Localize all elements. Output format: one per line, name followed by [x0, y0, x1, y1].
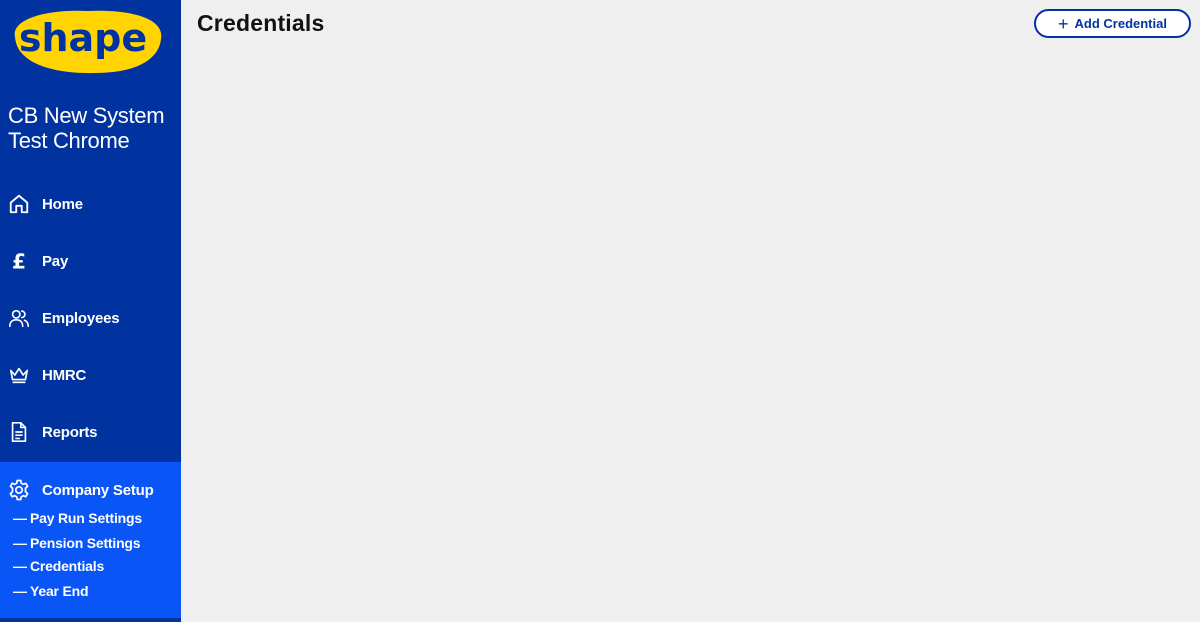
users-icon: [7, 306, 31, 330]
nav-employees-label: Employees: [42, 309, 120, 327]
pound-icon: £: [7, 249, 31, 273]
nav-employees[interactable]: Employees: [0, 298, 181, 338]
page-title: Credentials: [197, 10, 325, 36]
nav-pay[interactable]: £ Pay: [0, 241, 181, 281]
dash-marker: —: [13, 558, 27, 574]
nav-reports[interactable]: Reports: [0, 412, 181, 452]
sub-item-label: Pension Settings: [30, 535, 141, 551]
sub-item-label: Year End: [30, 583, 89, 599]
dash-marker: —: [13, 535, 27, 551]
crown-icon: [7, 363, 31, 387]
nav-company-setup-label: Company Setup: [42, 481, 154, 499]
dash-marker: —: [13, 583, 27, 599]
sub-item-label: Credentials: [30, 558, 105, 574]
gear-icon: [7, 478, 31, 502]
document-icon: [7, 420, 31, 444]
sidebar: shape ™ CB New System Test Chrome Home £…: [0, 0, 181, 622]
company-name: CB New System Test Chrome: [8, 103, 165, 153]
nav-hmrc[interactable]: HMRC: [0, 355, 181, 395]
sub-item-pension-settings[interactable]: — Pension Settings: [0, 535, 181, 557]
sub-item-label: Pay Run Settings: [30, 510, 142, 526]
nav-hmrc-label: HMRC: [42, 366, 87, 384]
plus-icon: +: [1058, 13, 1069, 34]
logo-text: shape: [19, 16, 147, 60]
logo-tm: ™: [160, 27, 167, 35]
nav-home-label: Home: [42, 195, 83, 213]
svg-text:£: £: [12, 249, 26, 273]
add-credential-label: Add Credential: [1074, 16, 1167, 31]
sub-item-pay-run-settings[interactable]: — Pay Run Settings: [0, 510, 181, 532]
nav-pay-label: Pay: [42, 252, 69, 270]
sub-item-credentials[interactable]: — Credentials: [0, 558, 181, 580]
company-setup-section: Company Setup — Pay Run Settings — Pensi…: [0, 462, 181, 618]
add-credential-button[interactable]: + Add Credential: [1034, 9, 1191, 38]
nav-reports-label: Reports: [42, 423, 98, 441]
nav-company-setup[interactable]: Company Setup: [0, 470, 181, 510]
nav-home[interactable]: Home: [0, 184, 181, 224]
shape-logo[interactable]: shape ™: [7, 7, 167, 77]
home-icon: [7, 192, 31, 216]
sub-item-year-end[interactable]: — Year End: [0, 583, 181, 605]
dash-marker: —: [13, 510, 27, 526]
